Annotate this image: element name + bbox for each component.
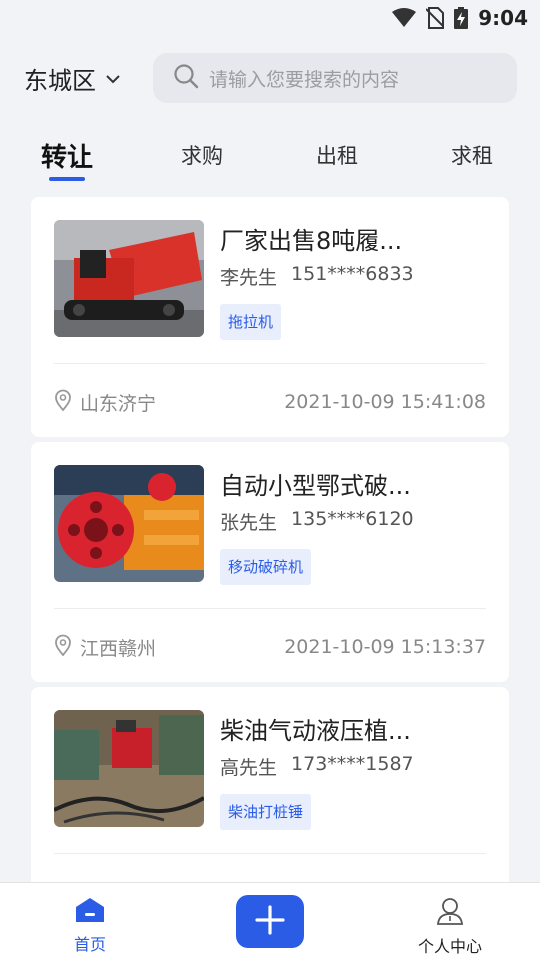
- status-bar: 9:04: [0, 0, 540, 36]
- contact-name: 李先生: [220, 267, 278, 289]
- home-icon: [75, 897, 105, 927]
- nav-profile[interactable]: 个人中心: [410, 897, 490, 957]
- divider: [54, 853, 486, 854]
- wifi-icon: [392, 8, 417, 28]
- district-label: 东城区: [24, 66, 96, 95]
- tab-rent-out[interactable]: 出租: [307, 128, 367, 182]
- contact-name: 张先生: [220, 512, 278, 534]
- contact-phone: 135****6120: [291, 508, 414, 530]
- listing-image-dump-truck: [54, 220, 204, 337]
- listing-location: 山东济宁: [54, 387, 156, 417]
- listing-time: 2021-10-09 15:41:08: [284, 391, 486, 413]
- listing-card[interactable]: 自动小型鄂式破... 张先生 135****6120 移动破碎机 江西赣州 20…: [31, 442, 509, 682]
- battery-charging-icon: [454, 7, 469, 29]
- search-icon: [173, 63, 199, 93]
- location-pin-icon: [54, 389, 72, 416]
- listing-image-jaw-crusher: [54, 465, 204, 582]
- listing-contact: 李先生 151****6833: [220, 263, 414, 290]
- listing-title: 自动小型鄂式破...: [220, 472, 411, 500]
- listing-contact: 张先生 135****6120: [220, 508, 414, 535]
- tab-rent-in[interactable]: 求租: [442, 128, 502, 182]
- listing-location: 江西赣州: [54, 632, 156, 662]
- nav-home[interactable]: 首页: [60, 897, 120, 955]
- tab-transfer[interactable]: 转让: [36, 128, 98, 182]
- district-selector[interactable]: 东城区: [24, 52, 120, 104]
- listing-time: 2021-10-09 15:13:37: [284, 636, 486, 658]
- no-sim-icon: [426, 7, 445, 29]
- contact-phone: 151****6833: [291, 263, 414, 285]
- tab-purchase[interactable]: 求购: [172, 128, 232, 182]
- contact-name: 高先生: [220, 757, 278, 779]
- top-bar: 东城区 请输入您要搜索的内容: [0, 52, 540, 104]
- contact-phone: 173****1587: [291, 753, 414, 775]
- nav-profile-label: 个人中心: [417, 937, 482, 956]
- listing-title: 厂家出售8吨履...: [220, 227, 403, 255]
- search-input[interactable]: 请输入您要搜索的内容: [153, 53, 517, 103]
- listing-title: 柴油气动液压植...: [220, 717, 411, 745]
- category-tag: 移动破碎机: [220, 549, 312, 585]
- location-text: 山东济宁: [80, 392, 157, 415]
- nav-home-label: 首页: [73, 935, 106, 954]
- status-time: 9:04: [478, 6, 528, 30]
- bottom-nav: 首页 个人中心: [0, 882, 540, 960]
- location-pin-icon: [54, 634, 72, 661]
- category-tag: 拖拉机: [220, 304, 282, 340]
- active-tab-indicator: [49, 177, 85, 181]
- plus-icon: [255, 904, 285, 939]
- listing-card[interactable]: 厂家出售8吨履... 李先生 151****6833 拖拉机 山东济宁 2021…: [31, 197, 509, 437]
- add-listing-button[interactable]: [236, 895, 304, 948]
- chevron-down-icon: [106, 69, 120, 88]
- user-icon: [436, 897, 464, 929]
- search-placeholder: 请输入您要搜索的内容: [209, 68, 400, 91]
- listing-contact: 高先生 173****1587: [220, 753, 414, 780]
- divider: [54, 363, 486, 364]
- category-tabs: 转让 求购 出租 求租: [0, 128, 540, 188]
- category-tag: 柴油打桩锤: [220, 794, 312, 830]
- listing-image-diesel-hammer: [54, 710, 204, 827]
- divider: [54, 608, 486, 609]
- location-text: 江西赣州: [80, 637, 157, 660]
